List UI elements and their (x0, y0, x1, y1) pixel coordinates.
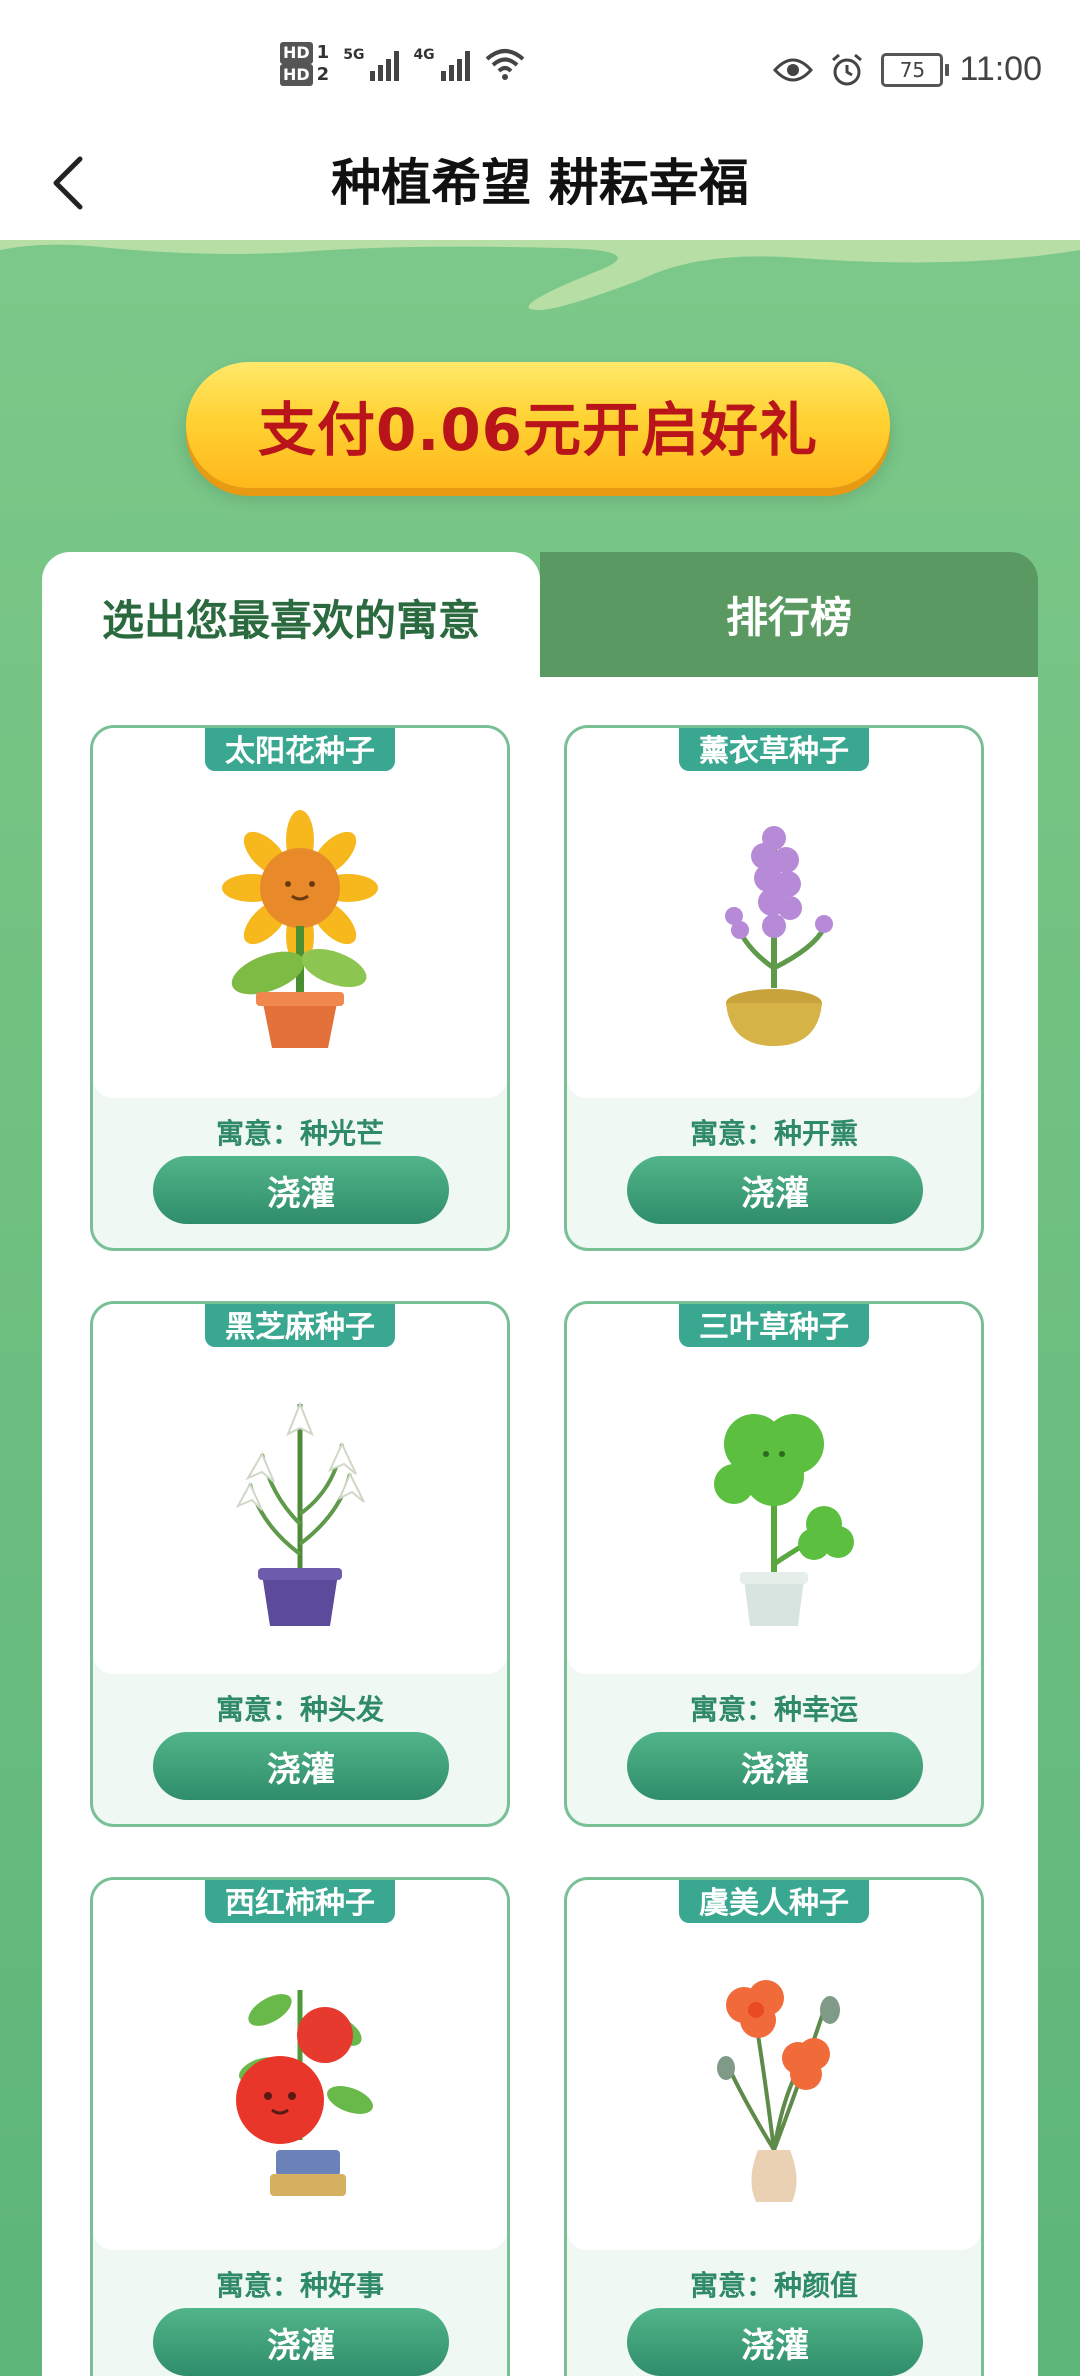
seed-name: 虞美人种子 (679, 1880, 869, 1923)
pay-open-gift-button[interactable]: 支付0.06元开启好礼 (186, 362, 890, 488)
sunflower-icon (222, 810, 378, 1048)
seed-card: 太阳花种子 寓意：种光芒 浇灌 (90, 725, 510, 1251)
battery-icon: 75 (881, 52, 950, 87)
seed-card: 虞美人种子 寓意：种颜值 浇灌 (564, 1877, 984, 2376)
seed-meaning: 寓意：种开熏 (689, 1117, 858, 1150)
hd-badge-2: HD (280, 64, 313, 86)
eye-icon (773, 58, 814, 81)
clover-icon (714, 1414, 854, 1626)
seed-card: 三叶草种子 寓意：种幸运 浇灌 (564, 1301, 984, 1827)
grass-wave-decoration (0, 240, 1080, 310)
seed-card: 黑芝麻种子 寓意：种头发 浇灌 (90, 1301, 510, 1827)
water-button[interactable]: 浇灌 (627, 1732, 923, 1800)
seed-panel: 选出您最喜欢的寓意 排行榜 太阳花种子 寓意：种光芒 浇灌 薰衣草种子 寓意：种… (42, 552, 1038, 2376)
seed-card: 薰衣草种子 寓意：种开熏 浇灌 (564, 725, 984, 1251)
seed-card: 西红柿种子 寓意：种好事 浇灌 (90, 1877, 510, 2376)
water-button[interactable]: 浇灌 (153, 2308, 449, 2376)
seed-name: 太阳花种子 (205, 728, 395, 771)
page-title: 种植希望 耕耘幸福 (331, 154, 749, 212)
signal-5g-icon: 5G (343, 47, 400, 81)
seed-meaning: 寓意：种头发 (215, 1693, 384, 1726)
clock: 11:00 (959, 50, 1042, 88)
lavender-icon (725, 826, 833, 1046)
poppy-icon (717, 1980, 840, 2202)
seed-name: 三叶草种子 (679, 1304, 869, 1347)
wifi-icon (485, 49, 524, 80)
network-4g-label: 4G (413, 47, 435, 63)
tomato-icon (236, 1990, 373, 2196)
sim-indicators: HD 1 HD 2 (280, 42, 329, 86)
network-5g-label: 5G (343, 47, 365, 63)
water-button[interactable]: 浇灌 (153, 1732, 449, 1800)
sim-2-number: 2 (316, 64, 330, 85)
banner-area: 支付0.06元开启好礼 选出您最喜欢的寓意 排行榜 太阳花种子 寓意：种光芒 浇… (0, 240, 1080, 2376)
seed-meaning: 寓意：种光芒 (215, 1117, 384, 1150)
hd-badge-1: HD (280, 42, 313, 64)
alarm-icon (832, 53, 863, 85)
water-button[interactable]: 浇灌 (627, 1156, 923, 1224)
status-right: 75 11:00 (773, 50, 1042, 89)
seed-name: 薰衣草种子 (679, 728, 869, 771)
status-left: HD 1 HD 2 5G 4G (280, 42, 526, 86)
seed-name: 黑芝麻种子 (205, 1304, 395, 1347)
seed-grid: 太阳花种子 寓意：种光芒 浇灌 薰衣草种子 寓意：种开熏 浇灌 黑芝麻种子 寓意… (42, 677, 1038, 2376)
water-button[interactable]: 浇灌 (153, 1156, 449, 1224)
seed-name: 西红柿种子 (205, 1880, 395, 1923)
water-button[interactable]: 浇灌 (627, 2308, 923, 2376)
lily-icon (235, 1401, 365, 1626)
seed-meaning: 寓意：种颜值 (689, 2269, 858, 2302)
seed-meaning: 寓意：种好事 (215, 2269, 384, 2302)
seed-meaning: 寓意：种幸运 (689, 1693, 858, 1726)
sim-1-number: 1 (316, 42, 330, 63)
signal-4g-icon: 4G (413, 47, 470, 81)
tab-leaderboard[interactable]: 排行榜 (540, 552, 1038, 677)
app-header: 种植希望 耕耘幸福 (0, 130, 1080, 240)
tab-choose-meaning[interactable]: 选出您最喜欢的寓意 (42, 552, 540, 682)
status-bar: HD 1 HD 2 5G 4G 75 11:00 (0, 0, 1080, 130)
